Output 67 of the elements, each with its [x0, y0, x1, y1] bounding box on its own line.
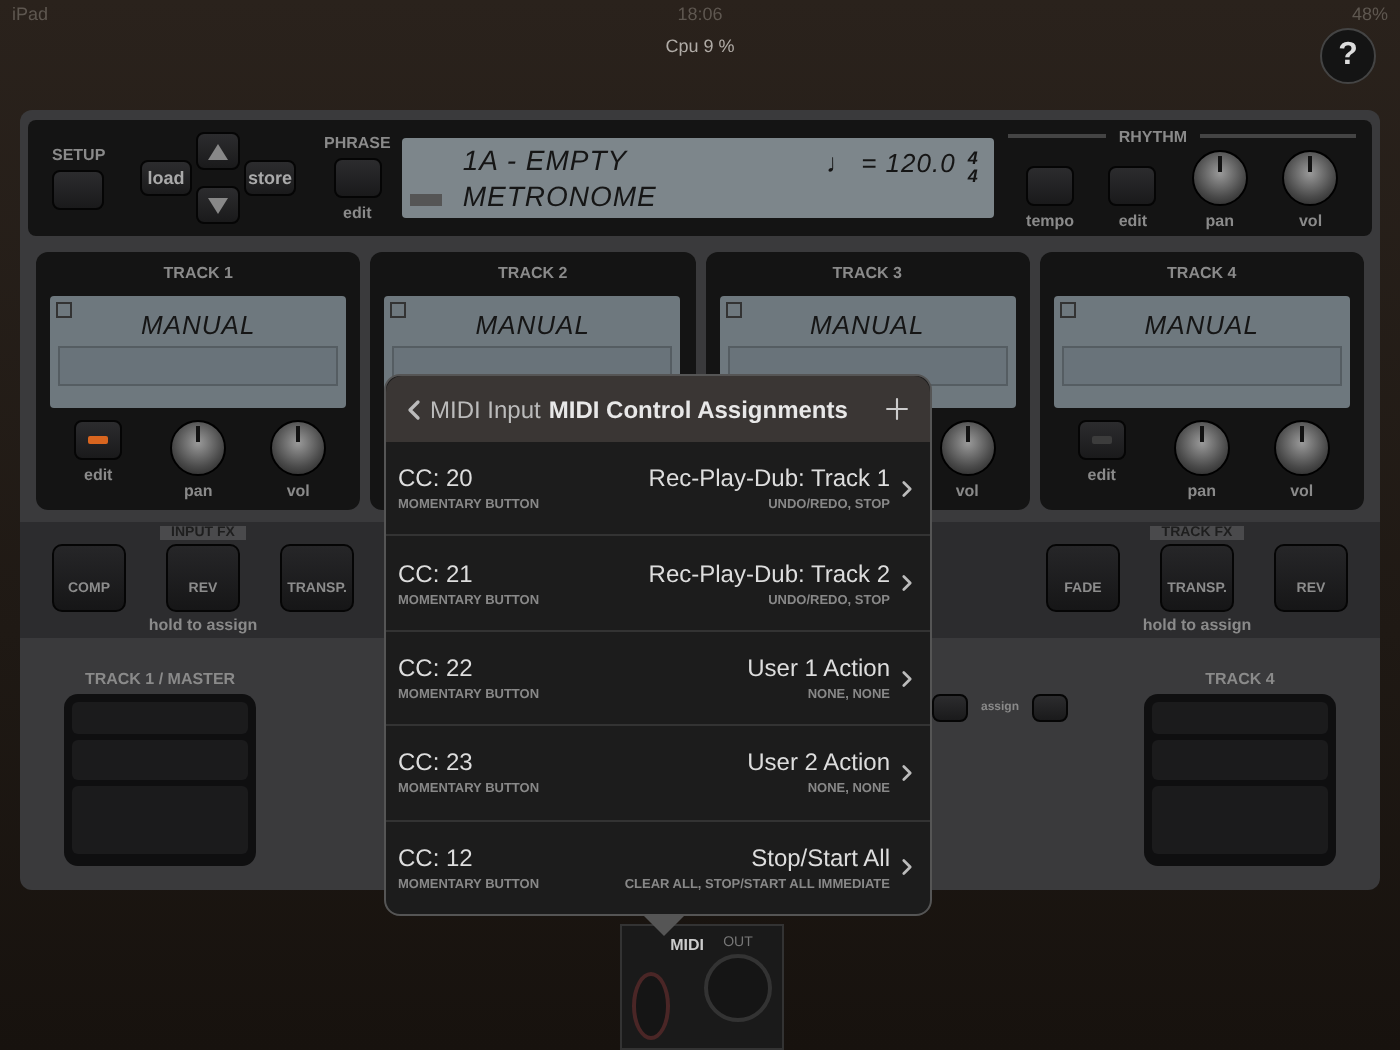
pan-knob[interactable]: [1191, 149, 1248, 205]
pan-knob[interactable]: [170, 420, 227, 476]
track-title: TRACK 4: [1167, 264, 1237, 282]
cc-number: CC: 23: [398, 748, 475, 777]
track-mode: MANUAL: [475, 312, 590, 338]
vol-label: vol: [1298, 211, 1323, 229]
pan-label: pan: [1205, 211, 1234, 229]
control-label: vol: [955, 482, 979, 500]
phrase-edit-label: edit: [343, 204, 372, 222]
control-label: edit: [84, 466, 113, 484]
tempo-label: tempo: [1026, 211, 1075, 229]
hold-to-assign-hint: hold to assign: [1142, 616, 1252, 634]
track-title: TRACK 2: [498, 264, 568, 282]
rhythm-label: RHYTHM: [1118, 127, 1188, 145]
cc-number: CC: 22: [398, 654, 475, 683]
help-button[interactable]: ?: [1320, 28, 1376, 84]
vol-knob[interactable]: [1282, 149, 1339, 205]
action-name: Rec-Play-Dub: Track 1: [648, 464, 890, 493]
load-button[interactable]: load: [140, 160, 192, 196]
display-indicator: [410, 194, 443, 206]
footswitch-label: TRACK 4: [1205, 670, 1275, 688]
rhythm-edit-label: edit: [1118, 211, 1148, 229]
control-label: vol: [1290, 482, 1314, 500]
control-label: pan: [184, 482, 213, 500]
control-label: pan: [1187, 482, 1216, 500]
tempo-readout: ♩ = 120.0: [825, 150, 956, 176]
vol-knob[interactable]: [1273, 420, 1330, 476]
action-name: Stop/Start All: [751, 843, 890, 872]
setup-label: SETUP: [52, 146, 106, 164]
footswitch-label: TRACK 1 / MASTER: [84, 670, 236, 688]
track-mode: MANUAL: [1144, 312, 1259, 338]
up-triangle-icon: [208, 143, 228, 159]
popover-title: MIDI Control Assignments: [548, 395, 850, 423]
track-title: TRACK 3: [832, 264, 902, 282]
action-name: User 1 Action: [747, 654, 890, 683]
footswitch[interactable]: [1143, 694, 1336, 866]
track-title: TRACK 1: [163, 264, 233, 282]
action-name: Rec-Play-Dub: Track 2: [648, 559, 890, 588]
edit-button[interactable]: [74, 420, 123, 460]
cc-number: CC: 12: [398, 843, 475, 872]
add-icon[interactable]: [880, 392, 914, 426]
cpu-label: Cpu 9 %: [665, 36, 735, 56]
display-line: METRONOME: [462, 182, 659, 210]
display-line: 1A - EMPTY: [462, 146, 630, 174]
back-button[interactable]: MIDI Input: [398, 393, 541, 425]
control-label: edit: [1087, 466, 1116, 484]
up-arrow-button[interactable]: [196, 132, 240, 170]
vol-knob[interactable]: [939, 420, 996, 476]
phrase-label: PHRASE: [324, 134, 391, 152]
midi-out-jack: [704, 954, 772, 1022]
midi-label: MIDI: [670, 936, 704, 954]
hold-to-assign-hint: hold to assign: [148, 616, 258, 634]
store-button[interactable]: store: [244, 160, 296, 196]
vol-knob[interactable]: [270, 420, 327, 476]
cc-number: CC: 21: [398, 559, 475, 588]
track-mode: MANUAL: [141, 312, 256, 338]
footswitch[interactable]: [64, 694, 256, 866]
midi-in-jack: [632, 972, 671, 1040]
action-name: User 2 Action: [747, 748, 890, 777]
time-signature-top: 4: [967, 150, 979, 168]
time-signature-bottom: 4: [967, 168, 979, 186]
pan-knob[interactable]: [1173, 420, 1230, 476]
track-mode: MANUAL: [810, 312, 925, 338]
down-arrow-button[interactable]: [196, 186, 240, 224]
down-triangle-icon: [208, 197, 228, 213]
cc-number: CC: 20: [398, 464, 475, 493]
control-label: vol: [286, 482, 310, 500]
